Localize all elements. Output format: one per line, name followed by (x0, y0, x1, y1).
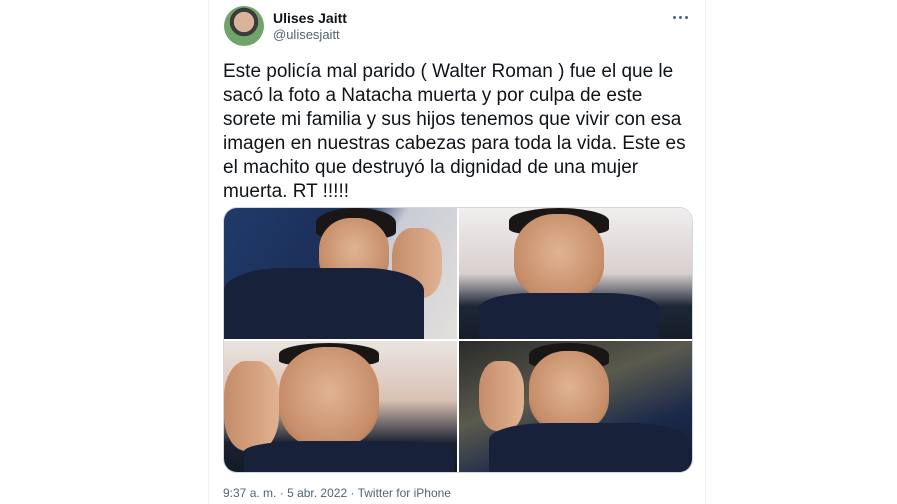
tweet-card: Ulises Jaitt @ulisesjaitt Este policía m… (208, 0, 706, 504)
photo-3[interactable] (224, 341, 457, 472)
avatar[interactable] (224, 6, 264, 46)
author-handle[interactable]: @ulisesjaitt (273, 27, 340, 42)
tweet-text: Este policía mal parido ( Walter Roman )… (223, 61, 686, 202)
tweet-meta: 9:37 a. m. · 5 abr. 2022 · Twitter for i… (223, 486, 451, 500)
meta-separator-2: · (350, 486, 355, 500)
tweet-date[interactable]: 5 abr. 2022 (287, 486, 347, 500)
media-grid (223, 207, 693, 473)
meta-separator-1: · (279, 486, 284, 500)
tweet-source[interactable]: Twitter for iPhone (358, 486, 451, 500)
author-name[interactable]: Ulises Jaitt (273, 10, 347, 26)
more-icon[interactable] (667, 6, 693, 28)
photo-1[interactable] (224, 208, 457, 339)
photo-4[interactable] (459, 341, 692, 472)
tweet-time[interactable]: 9:37 a. m. (223, 486, 276, 500)
photo-2[interactable] (459, 208, 692, 339)
